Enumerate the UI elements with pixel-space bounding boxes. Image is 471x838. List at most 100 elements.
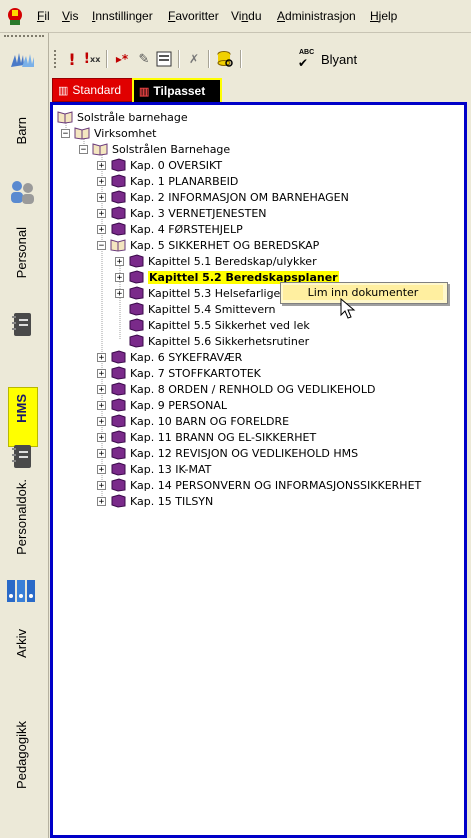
tree-node-kap5[interactable]: − Kap. 5 SIKKERHET OG BEREDSKAP — [97, 237, 319, 253]
expand-icon[interactable]: + — [97, 416, 106, 426]
collapse-icon[interactable]: − — [61, 128, 70, 138]
arrow-star-icon[interactable]: ▸* — [112, 49, 132, 69]
book-icon — [111, 190, 126, 204]
sidebar-tab-hms[interactable]: HMS — [8, 387, 38, 447]
tab-standard[interactable]: ▥ Standard — [52, 78, 134, 102]
tree-node-kap14[interactable]: + Kap. 14 PERSONVERN OG INFORMASJONSSIKK… — [97, 477, 421, 493]
tree-node-kap2[interactable]: + Kap. 2 INFORMASJON OM BARNEHAGEN — [97, 189, 349, 205]
blyant-button[interactable]: ABC ✔ Blyant — [297, 49, 358, 70]
menu-favoritter[interactable]: Favoritter — [168, 9, 219, 23]
sidebar-tab-personaldok[interactable]: Personaldok. — [2, 473, 46, 583]
expand-icon[interactable]: + — [115, 272, 124, 282]
tree-node-label: Kap. 8 ORDEN / RENHOLD OG VEDLIKEHOLD — [130, 382, 376, 396]
menu-innstillinger[interactable]: Innstillinger — [92, 9, 153, 23]
tree-node-label: Kapittel 5.5 Sikkerhet ved lek — [148, 318, 310, 332]
sidebar-tab-label: HMS — [14, 394, 29, 423]
book-icon — [111, 414, 126, 428]
sidebar-tab-pedagogikk[interactable]: Pedagogikk — [2, 713, 46, 823]
menu-fil[interactable]: Fil — [37, 9, 50, 23]
expand-icon[interactable]: + — [97, 208, 106, 218]
toolbar-grip[interactable] — [54, 50, 59, 68]
tree-node-virksomhet[interactable]: − Virksomhet — [61, 125, 156, 141]
book-icon — [111, 174, 126, 188]
tree-node-label: Kap. 2 INFORMASJON OM BARNEHAGEN — [130, 190, 349, 204]
expand-icon[interactable]: + — [97, 160, 106, 170]
pencil-icon[interactable]: ✎ — [134, 49, 154, 69]
tree-node-kap5-6[interactable]: Kapittel 5.6 Sikkerhetsrutiner — [128, 333, 309, 349]
open-book-icon — [110, 239, 126, 252]
tree-node-kap5-3[interactable]: + Kapittel 5.3 Helsefarlige fo — [115, 285, 294, 301]
tree-node-barnehage[interactable]: − Solstrålen Barnehage — [79, 141, 230, 157]
expand-icon[interactable]: + — [97, 224, 106, 234]
tree-node-kap1[interactable]: + Kap. 1 PLANARBEID — [97, 173, 238, 189]
expand-icon[interactable]: + — [97, 400, 106, 410]
exclamation-icon[interactable]: ! — [62, 49, 82, 69]
expand-icon[interactable]: + — [115, 288, 124, 298]
context-menu-paste-documents[interactable]: Lim inn dokumenter — [283, 285, 443, 300]
menu-administrasjon[interactable]: Administrasjon — [277, 9, 356, 23]
expand-icon[interactable]: + — [97, 384, 106, 394]
expand-icon[interactable]: + — [97, 192, 106, 202]
expand-icon[interactable]: + — [97, 432, 106, 442]
tree-node-label: Kapittel 5.4 Smittevern — [148, 302, 276, 316]
open-book-icon — [57, 111, 73, 124]
tree-node-kap10[interactable]: + Kap. 10 BARN OG FORELDRE — [97, 413, 289, 429]
tree-node-kap12[interactable]: + Kap. 12 REVISJON OG VEDLIKEHOLD HMS — [97, 445, 358, 461]
sidebar-grip[interactable] — [4, 35, 44, 41]
blyant-label: Blyant — [321, 51, 358, 67]
sidebar-tab-arkiv[interactable]: Arkiv — [2, 613, 46, 683]
tree-root[interactable]: Solstråle barnehage — [57, 109, 188, 125]
tree-node-kap5-1[interactable]: + Kapittel 5.1 Beredskap/ulykker — [115, 253, 317, 269]
database-search-icon[interactable] — [215, 49, 235, 69]
tree-node-label: Kap. 10 BARN OG FORELDRE — [130, 414, 290, 428]
tree-node-kap15[interactable]: + Kap. 15 TILSYN — [97, 493, 213, 509]
properties-icon[interactable] — [154, 49, 174, 69]
expand-icon[interactable]: + — [97, 448, 106, 458]
sidebar-tab-personal[interactable]: Personal — [2, 213, 46, 303]
expand-icon[interactable]: + — [97, 176, 106, 186]
tree-node-kap6[interactable]: + Kap. 6 SYKEFRAVÆR — [97, 349, 242, 365]
tree-node-label: Kapittel 5.3 Helsefarlige fo — [148, 286, 295, 300]
collapse-icon[interactable]: − — [79, 144, 88, 154]
tree-node-kap8[interactable]: + Kap. 8 ORDEN / RENHOLD OG VEDLIKEHOLD — [97, 381, 375, 397]
tree-node-kap0[interactable]: + Kap. 0 OVERSIKT — [97, 157, 222, 173]
expand-icon[interactable]: + — [97, 496, 106, 506]
app-logo-icon[interactable] — [5, 6, 25, 26]
sidebar-tab-barn[interactable]: Barn — [2, 93, 46, 193]
expand-icon[interactable]: + — [115, 256, 124, 266]
tree-node-kap5-5[interactable]: Kapittel 5.5 Sikkerhet ved lek — [128, 317, 310, 333]
tab-tilpasset[interactable]: ▥ Tilpasset — [132, 78, 222, 104]
hands-icon — [11, 53, 34, 67]
menu-hjelp[interactable]: Hjelp — [370, 9, 397, 23]
expand-icon[interactable]: + — [97, 352, 106, 362]
menu-vindu[interactable]: Vindu — [231, 9, 262, 23]
book-icon — [111, 462, 126, 476]
tree-node-kap13[interactable]: + Kap. 13 IK-MAT — [97, 461, 211, 477]
notebook-icon — [12, 313, 31, 336]
expand-icon[interactable]: + — [97, 464, 106, 474]
tree-node-kap4[interactable]: + Kap. 4 FØRSTEHJELP — [97, 221, 243, 237]
expand-icon[interactable]: + — [97, 368, 106, 378]
tree-node-label: Kap. 11 BRANN OG EL-SIKKERHET — [130, 430, 317, 444]
tree-node-kap9[interactable]: + Kap. 9 PERSONAL — [97, 397, 227, 413]
collapse-icon[interactable]: − — [97, 240, 106, 250]
tree-node-kap5-4[interactable]: Kapittel 5.4 Smittevern — [128, 301, 275, 317]
tree-node-kap11[interactable]: + Kap. 11 BRANN OG EL-SIKKERHET — [97, 429, 316, 445]
expand-icon[interactable]: + — [97, 480, 106, 490]
binders-icon — [7, 580, 35, 602]
book-icon — [129, 286, 144, 300]
exclamation-x-icon[interactable]: ! xx — [82, 49, 102, 69]
sidebar-tab-label: Personal — [14, 227, 29, 279]
tree-node-kap3[interactable]: + Kap. 3 VERNETJENESTEN — [97, 205, 267, 221]
book-icon — [111, 382, 126, 396]
tree-node-label: Kap. 15 TILSYN — [130, 494, 214, 508]
tree-node-kap7[interactable]: + Kap. 7 STOFFKARTOTEK — [97, 365, 261, 381]
toolbar-separator — [106, 50, 108, 68]
book-icon — [111, 398, 126, 412]
delete-icon[interactable]: ✗ — [184, 49, 204, 69]
menu-vis[interactable]: Vis — [62, 9, 78, 23]
tree-root-label: Solstråle barnehage — [77, 110, 188, 124]
notebook-icon — [12, 445, 31, 468]
book-icon — [129, 318, 144, 332]
tree-node-label: Kap. 5 SIKKERHET OG BEREDSKAP — [130, 238, 320, 252]
